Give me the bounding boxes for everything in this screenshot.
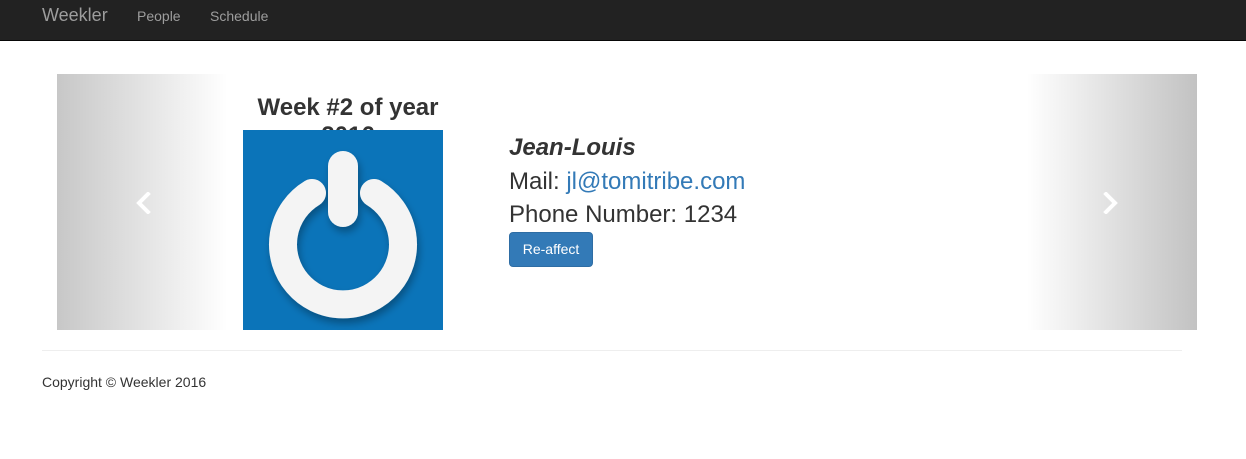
- nav-link-schedule[interactable]: Schedule: [210, 7, 268, 25]
- phone-value: 1234: [683, 201, 738, 228]
- carousel-prev-button[interactable]: [57, 74, 228, 330]
- carousel-next-button[interactable]: [1026, 74, 1197, 330]
- phone-label: Phone Number:: [509, 201, 684, 228]
- footer-divider: [42, 350, 1182, 351]
- gravatar-power-icon: [269, 151, 417, 319]
- mail-link[interactable]: jl@tomitribe.com: [566, 168, 745, 195]
- mail-label: Mail:: [509, 168, 567, 195]
- phone-row: Phone Number: 1234: [509, 201, 737, 229]
- top-navbar: Weekler People Schedule: [0, 0, 1246, 41]
- footer-copyright: Copyright © Weekler 2016: [42, 374, 207, 390]
- chevron-right-icon: [1103, 192, 1118, 214]
- person-name: Jean-Louis: [509, 134, 636, 161]
- nav-link-people[interactable]: People: [137, 7, 181, 25]
- week-carousel: Week #2 of year 2016 Jean-Louis Mail: jl…: [57, 74, 1197, 330]
- brand-link[interactable]: Weekler: [42, 5, 108, 25]
- mail-row: Mail: jl@tomitribe.com: [509, 168, 745, 196]
- avatar: [243, 130, 443, 330]
- chevron-left-icon: [136, 192, 151, 214]
- reaffect-button[interactable]: Re-affect: [509, 232, 593, 267]
